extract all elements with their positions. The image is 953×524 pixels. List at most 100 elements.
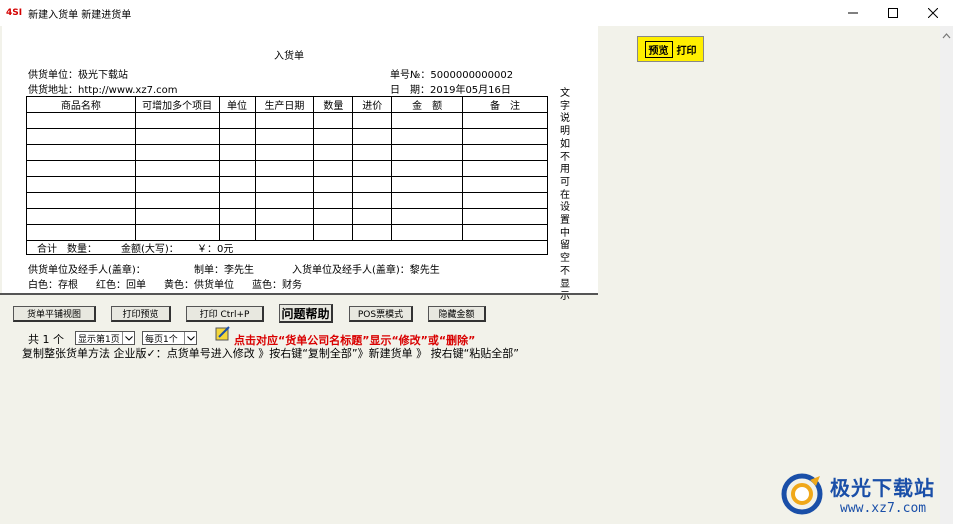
table-cell[interactable] (391, 192, 464, 209)
window-controls (833, 0, 953, 26)
table-row[interactable] (26, 128, 548, 145)
totals-row: 合计 数量： 金额(大写)： ￥：0元 (26, 239, 548, 255)
table-cell[interactable] (391, 144, 464, 161)
table-cell[interactable] (462, 128, 548, 145)
table-cell[interactable] (26, 192, 136, 209)
table-cell[interactable] (391, 176, 464, 193)
table-cell[interactable] (462, 112, 548, 129)
table-row[interactable] (26, 160, 548, 177)
table-cell[interactable] (313, 176, 354, 193)
table-cell[interactable] (218, 176, 256, 193)
table-header-row: 商品名称 可增加多个项目 单位 生产日期 数量 进价 金 额 备 注 (26, 96, 548, 113)
table-row[interactable] (26, 144, 548, 161)
total-quantity-label: 合计 数量： (37, 244, 97, 255)
site-logo-icon (781, 473, 823, 515)
table-cell[interactable] (218, 160, 256, 177)
table-cell[interactable] (26, 144, 136, 161)
table-row[interactable] (26, 208, 548, 225)
copy-help-text: 复制整张货单方法 企业版✓：点货单号进入修改 》按右键“复制全部”》新建货单 》… (22, 347, 519, 360)
table-cell[interactable] (313, 160, 354, 177)
table-cell[interactable] (352, 160, 393, 177)
table-cell[interactable] (254, 176, 315, 193)
maximize-icon (888, 8, 898, 18)
table-cell[interactable] (134, 128, 220, 145)
table-cell[interactable] (254, 112, 315, 129)
table-cell[interactable] (462, 144, 548, 161)
per-page-select[interactable]: 每页1个 (142, 331, 197, 345)
table-cell[interactable] (391, 112, 464, 129)
flat-view-button[interactable]: 货单平铺视图 (13, 306, 96, 322)
title-bar: 4SI 新建入货单 新建进货单 (0, 0, 953, 26)
table-row[interactable] (26, 192, 548, 209)
vertical-scrollbar[interactable] (940, 26, 953, 524)
table-cell[interactable] (254, 208, 315, 225)
table-cell[interactable] (313, 192, 354, 209)
app-icon: 4SI (6, 8, 23, 18)
table-cell[interactable] (134, 176, 220, 193)
table-cell[interactable] (462, 192, 548, 209)
table-cell[interactable] (313, 208, 354, 225)
table-cell[interactable] (134, 144, 220, 161)
table-cell[interactable] (352, 144, 393, 161)
table-cell[interactable] (26, 176, 136, 193)
preview-print-button[interactable]: 预览 打印 (637, 36, 704, 62)
copy-blue: 蓝色：财务 (252, 280, 302, 291)
pos-mode-button[interactable]: POS票模式 (349, 306, 413, 322)
table-cell[interactable] (254, 160, 315, 177)
copy-white: 白色：存根 (28, 280, 78, 291)
table-cell[interactable] (26, 128, 136, 145)
col-purchase-price: 进价 (352, 96, 393, 113)
table-cell[interactable] (462, 176, 548, 193)
table-cell[interactable] (218, 128, 256, 145)
table-cell[interactable] (134, 112, 220, 129)
help-button[interactable]: 问题帮助 (279, 304, 333, 323)
table-cell[interactable] (352, 112, 393, 129)
table-cell[interactable] (352, 208, 393, 225)
scroll-up-button[interactable] (940, 30, 953, 42)
copy-yellow: 黄色：供货单位 (164, 280, 234, 291)
table-cell[interactable] (134, 192, 220, 209)
edit-icon[interactable] (215, 325, 231, 341)
preview-label: 预览 (644, 40, 673, 58)
document-title: 入货单 (274, 51, 304, 62)
divider-line (0, 293, 598, 295)
copy-red: 红色：回单 (96, 280, 146, 291)
table-cell[interactable] (313, 144, 354, 161)
table-cell[interactable] (254, 192, 315, 209)
table-cell[interactable] (134, 208, 220, 225)
table-cell[interactable] (313, 128, 354, 145)
col-amount: 金 额 (391, 96, 464, 113)
table-row[interactable] (26, 176, 548, 193)
table-cell[interactable] (134, 160, 220, 177)
table-cell[interactable] (26, 160, 136, 177)
table-cell[interactable] (218, 144, 256, 161)
table-cell[interactable] (462, 208, 548, 225)
table-cell[interactable] (391, 160, 464, 177)
hide-amount-button[interactable]: 隐藏金额 (428, 306, 486, 322)
chevron-up-icon (942, 33, 951, 39)
table-row[interactable] (26, 112, 548, 129)
page-select[interactable]: 显示第1页 (75, 331, 135, 345)
table-cell[interactable] (254, 144, 315, 161)
maximize-button[interactable] (873, 0, 913, 26)
minimize-button[interactable] (833, 0, 873, 26)
table-cell[interactable] (218, 192, 256, 209)
print-preview-button[interactable]: 打印预览 (111, 306, 171, 322)
close-button[interactable] (913, 0, 953, 26)
table-cell[interactable] (254, 128, 315, 145)
supplier-signer: 供货单位及经手人(盖章)： (28, 265, 146, 276)
table-cell[interactable] (352, 192, 393, 209)
table-cell[interactable] (391, 208, 464, 225)
print-button[interactable]: 打印 Ctrl+P (186, 306, 264, 322)
table-cell[interactable] (26, 112, 136, 129)
col-product-name: 商品名称 (26, 96, 136, 113)
table-cell[interactable] (462, 160, 548, 177)
table-cell[interactable] (391, 128, 464, 145)
table-cell[interactable] (26, 208, 136, 225)
table-cell[interactable] (352, 128, 393, 145)
order-number[interactable]: 单号№：5000000000002 (390, 66, 513, 81)
table-cell[interactable] (218, 112, 256, 129)
table-cell[interactable] (218, 208, 256, 225)
table-cell[interactable] (313, 112, 354, 129)
table-cell[interactable] (352, 176, 393, 193)
